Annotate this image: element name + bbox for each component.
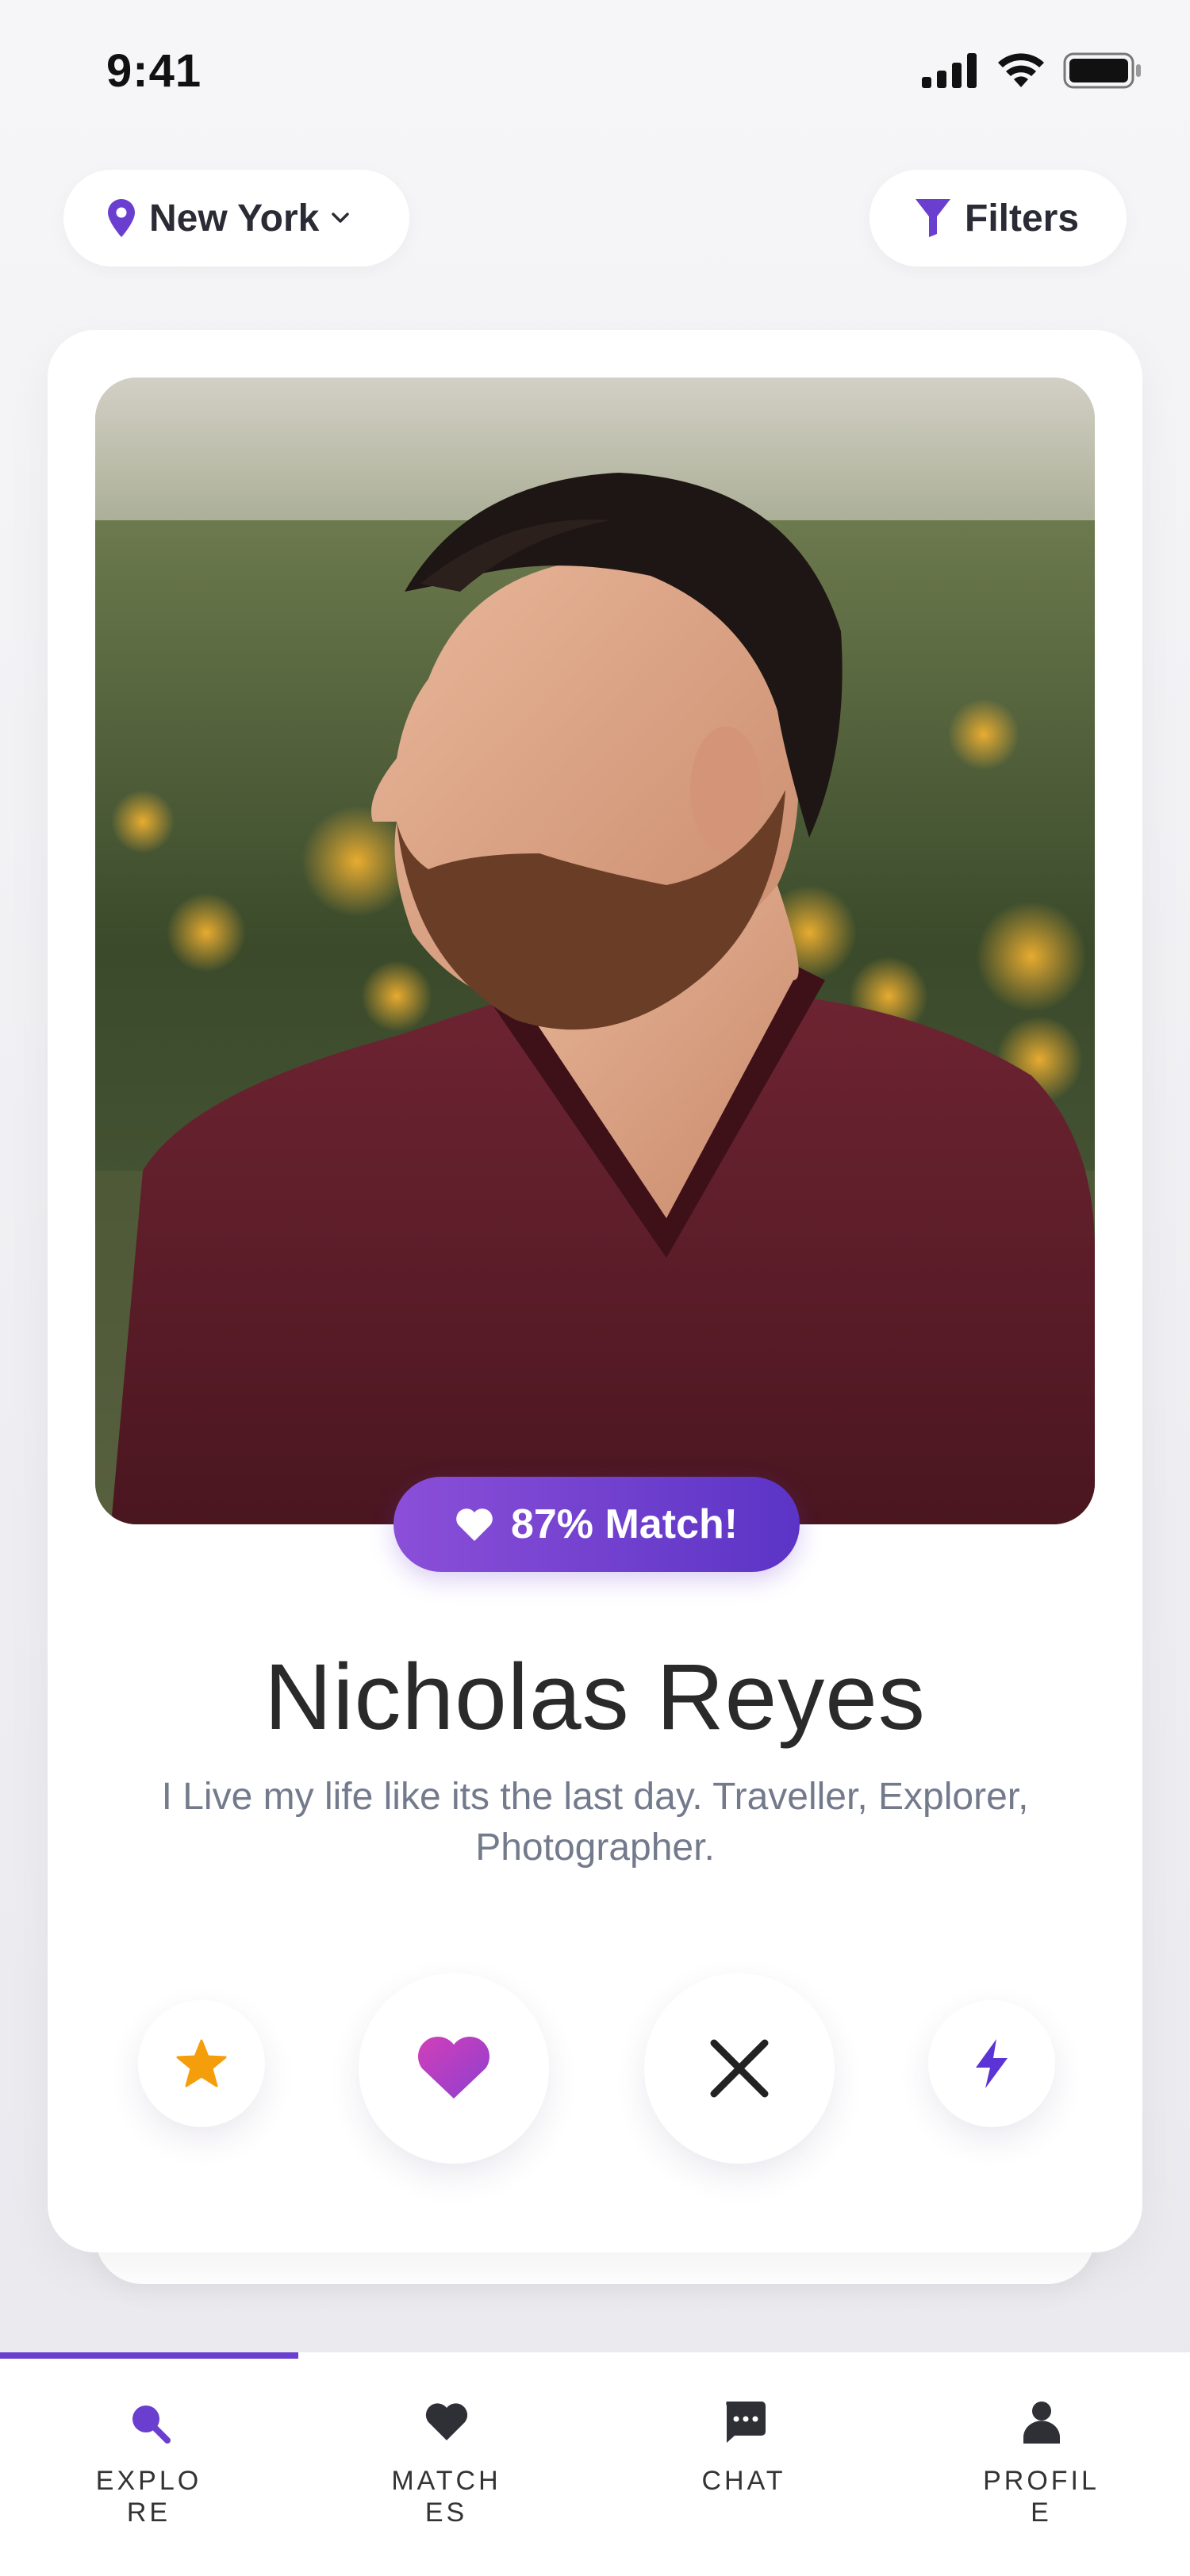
user-icon (1023, 2402, 1060, 2444)
tab-matches[interactable]: MATCHES (298, 2397, 595, 2528)
heart-icon (425, 2403, 467, 2440)
chat-bubble-icon (725, 2402, 766, 2443)
match-percentage: 87% Match! (510, 1501, 739, 1547)
tab-chat[interactable]: CHAT (595, 2397, 892, 2497)
close-icon (710, 2039, 769, 2098)
tab-profile[interactable]: PROFILE (892, 2397, 1190, 2528)
cellular-signal-icon (922, 53, 977, 88)
super-like-button[interactable] (138, 2000, 265, 2127)
tab-profile-label: PROFILE (983, 2466, 1100, 2528)
star-icon (176, 2039, 227, 2087)
boost-button[interactable] (928, 2000, 1055, 2127)
wifi-icon (998, 53, 1044, 87)
active-tab-indicator (0, 2352, 298, 2359)
chevron-down-icon (332, 213, 350, 223)
heart-icon (418, 2037, 489, 2099)
profile-photo (95, 378, 1095, 1524)
heart-icon (456, 1508, 493, 1541)
location-label: New York (149, 197, 320, 240)
tab-explore-label: EXPLORE (95, 2466, 202, 2528)
location-selector[interactable]: New York (63, 170, 409, 266)
profile-bio: I Live my life like its the last day. Tr… (161, 1776, 1029, 1869)
bottom-tab-bar: EXPLORE MATCHES CHAT PROFILE (0, 2352, 1190, 2576)
tab-chat-label: CHAT (701, 2466, 786, 2496)
match-badge: 87% Match! (393, 1477, 800, 1572)
status-time: 9:41 (106, 45, 202, 97)
profile-name: Nicholas Reyes (264, 1645, 926, 1750)
status-icons (922, 52, 1142, 89)
portrait-photo (95, 378, 1095, 1524)
status-bar: 9:41 (0, 0, 1190, 143)
profile-card[interactable]: 87% Match! Nicholas Reyes I Live my life… (48, 330, 1142, 2252)
like-button[interactable] (359, 1973, 549, 2164)
bolt-icon (976, 2039, 1008, 2088)
tab-matches-label: MATCHES (391, 2466, 501, 2528)
filters-label: Filters (965, 197, 1080, 240)
battery-icon (1063, 52, 1141, 89)
tab-explore[interactable]: EXPLORE (0, 2397, 298, 2528)
filters-button[interactable]: Filters (869, 170, 1127, 266)
funnel-icon (916, 199, 950, 237)
nope-button[interactable] (644, 1973, 835, 2164)
map-pin-icon (108, 199, 135, 237)
search-icon (132, 2405, 171, 2444)
